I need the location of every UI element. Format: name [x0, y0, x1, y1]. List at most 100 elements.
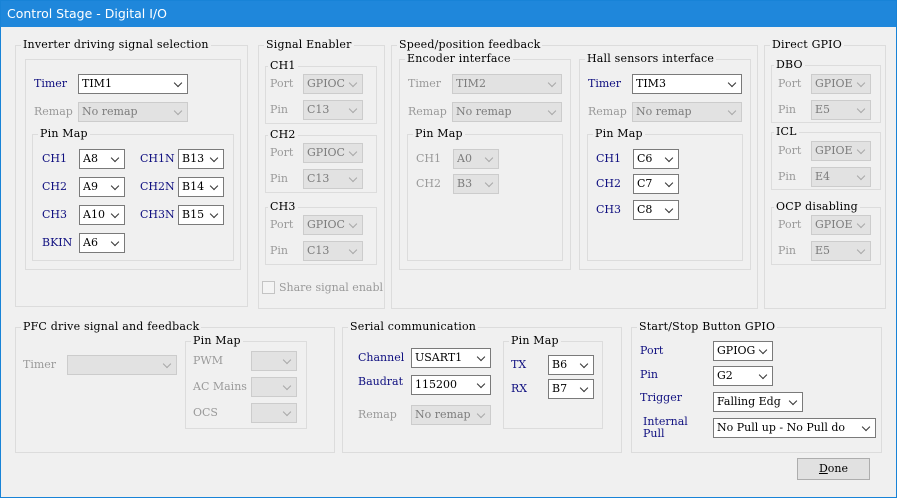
pfc-ocs-select[interactable] — [251, 403, 297, 423]
chevron-down-icon — [346, 170, 362, 188]
inverter-ch2n-select[interactable]: B14 — [178, 177, 224, 197]
chevron-down-icon — [346, 144, 362, 162]
enabler-ch3-pin-select[interactable]: C13 — [303, 241, 363, 261]
pfc-timer-select[interactable] — [67, 355, 177, 375]
inverter-ch1n-select[interactable]: B13 — [178, 149, 224, 169]
inverter-pinmap-title: Pin Map — [38, 127, 90, 141]
dbo-pin-select[interactable]: E5 — [811, 100, 871, 120]
chevron-down-icon — [545, 75, 561, 93]
icl-pin-select[interactable]: E4 — [811, 167, 871, 187]
inverter-ch1n-label: CH1N — [140, 152, 175, 165]
chevron-down-icon — [786, 393, 802, 411]
share-signal-checkbox[interactable] — [262, 281, 275, 294]
inverter-timer-label: Timer — [34, 77, 68, 90]
inverter-remap-label: Remap — [34, 105, 73, 118]
serial-remap-label: Remap — [358, 408, 397, 421]
ocp-pin-select[interactable]: E5 — [811, 241, 871, 261]
inverter-bkin-select[interactable]: A6 — [79, 233, 125, 253]
dbo-pin-label: Pin — [778, 103, 797, 116]
enabler-ch2-pin-select[interactable]: C13 — [303, 169, 363, 189]
enabler-ch1-port-select[interactable]: GPIOC — [303, 74, 363, 94]
inverter-ch3-select[interactable]: A10 — [79, 205, 125, 225]
inverter-ch3n-label: CH3N — [140, 208, 175, 221]
enabler-ch1-title: CH1 — [268, 59, 298, 73]
pfc-pinmap-title: Pin Map — [191, 334, 243, 348]
enabler-ch2-title: CH2 — [268, 128, 298, 142]
enabler-ch1-pin-label: Pin — [270, 103, 289, 116]
inverter-ch1-select[interactable]: A8 — [79, 149, 125, 169]
serial-tx-label: TX — [511, 358, 527, 371]
chevron-down-icon — [280, 378, 296, 396]
hall-timer-select[interactable]: TIM3 — [632, 74, 742, 94]
serial-tx-select[interactable]: B6 — [548, 355, 594, 375]
encoder-ch2-label: CH2 — [416, 177, 442, 190]
chevron-down-icon — [474, 376, 490, 394]
serial-rx-select[interactable]: B7 — [548, 379, 594, 399]
encoder-remap-select[interactable]: No remap — [452, 102, 562, 122]
inverter-timer-select[interactable]: TIM1 — [78, 74, 188, 94]
pfc-pwm-label: PWM — [193, 354, 223, 367]
enabler-ch1-port-label: Port — [270, 77, 294, 90]
hall-ch3-select[interactable]: C8 — [633, 200, 679, 220]
serial-baudrate-label: Baudrat — [358, 375, 404, 388]
enabler-ch2-port-select[interactable]: GPIOC — [303, 143, 363, 163]
encoder-ch1-select[interactable]: A0 — [453, 149, 499, 169]
startstop-title: Start/Stop Button GPIO — [637, 320, 778, 334]
icl-port-select[interactable]: GPIOE — [811, 141, 871, 161]
enabler-ch3-port-select[interactable]: GPIOC — [303, 215, 363, 235]
enabler-ch1-pin-select[interactable]: C13 — [303, 100, 363, 120]
startstop-trigger-select[interactable]: Falling Edg — [713, 392, 803, 412]
inverter-ch3n-select[interactable]: B15 — [178, 205, 224, 225]
encoder-ch2-select[interactable]: B3 — [453, 174, 499, 194]
enabler-ch3-title: CH3 — [268, 200, 298, 214]
serial-pinmap-title: Pin Map — [509, 334, 561, 348]
inverter-ch2-label: CH2 — [42, 180, 68, 193]
chevron-down-icon — [854, 242, 870, 260]
pfc-acmains-select[interactable] — [251, 377, 297, 397]
chevron-down-icon — [108, 178, 124, 196]
chevron-down-icon — [662, 150, 678, 168]
chevron-down-icon — [859, 419, 875, 437]
hall-ch1-label: CH1 — [596, 152, 622, 165]
pfc-acmains-label: AC Mains — [193, 380, 247, 393]
ocp-port-select[interactable]: GPIOE — [811, 215, 871, 235]
encoder-timer-select[interactable]: TIM2 — [452, 74, 562, 94]
dbo-title: DBO — [774, 58, 805, 72]
serial-remap-select[interactable]: No remap — [411, 405, 491, 425]
chevron-down-icon — [160, 356, 176, 374]
chevron-down-icon — [854, 168, 870, 186]
serial-baudrate-select[interactable]: 115200 — [411, 375, 491, 395]
startstop-port-select[interactable]: GPIOG — [713, 341, 773, 361]
enabler-ch3-port-label: Port — [270, 218, 294, 231]
inverter-remap-select[interactable]: No remap — [78, 102, 188, 122]
serial-channel-select[interactable]: USART1 — [411, 348, 491, 368]
startstop-pin-select[interactable]: G2 — [713, 366, 773, 386]
chevron-down-icon — [171, 103, 187, 121]
dbo-port-label: Port — [778, 77, 802, 90]
done-button[interactable]: Done — [797, 458, 870, 480]
chevron-down-icon — [725, 103, 741, 121]
enabler-ch2-port-label: Port — [270, 146, 294, 159]
ocp-pin-label: Pin — [778, 244, 797, 257]
dbo-port-select[interactable]: GPIOE — [811, 74, 871, 94]
serial-rx-label: RX — [511, 382, 528, 395]
encoder-ch1-label: CH1 — [416, 152, 442, 165]
hall-ch2-select[interactable]: C7 — [633, 174, 679, 194]
hall-remap-select[interactable]: No remap — [632, 102, 742, 122]
pfc-ocs-label: OCS — [193, 406, 218, 419]
chevron-down-icon — [577, 380, 593, 398]
startstop-pull-select[interactable]: No Pull up - No Pull do — [713, 418, 876, 438]
inverter-ch2n-label: CH2N — [140, 180, 175, 193]
startstop-port-label: Port — [640, 344, 664, 357]
pfc-pwm-select[interactable] — [251, 351, 297, 371]
chevron-down-icon — [662, 201, 678, 219]
direct-gpio-title: Direct GPIO — [770, 38, 844, 52]
chevron-down-icon — [854, 75, 870, 93]
chevron-down-icon — [108, 150, 124, 168]
inverter-ch2-select[interactable]: A9 — [79, 177, 125, 197]
inverter-ch3-label: CH3 — [42, 208, 68, 221]
hall-remap-label: Remap — [588, 105, 627, 118]
chevron-down-icon — [346, 242, 362, 260]
enabler-ch3-pin-label: Pin — [270, 244, 289, 257]
hall-ch1-select[interactable]: C6 — [633, 149, 679, 169]
